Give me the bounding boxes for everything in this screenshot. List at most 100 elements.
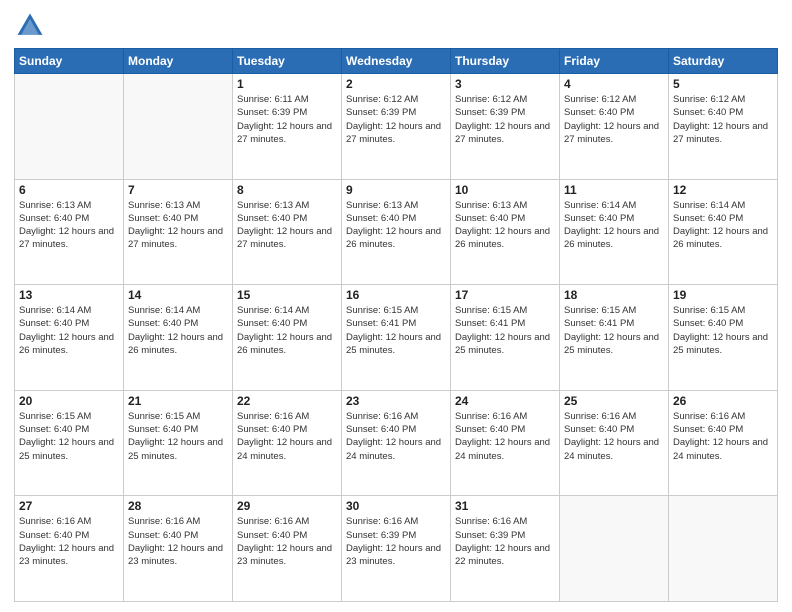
day-number: 18 <box>564 288 664 302</box>
day-info: Sunrise: 6:13 AM Sunset: 6:40 PM Dayligh… <box>128 199 228 252</box>
day-cell: 23 Sunrise: 6:16 AM Sunset: 6:40 PM Dayli… <box>342 390 451 496</box>
day-info: Sunrise: 6:14 AM Sunset: 6:40 PM Dayligh… <box>237 304 337 357</box>
day-cell: 31 Sunrise: 6:16 AM Sunset: 6:39 PM Dayli… <box>451 496 560 602</box>
header <box>14 10 778 42</box>
col-header-sunday: Sunday <box>15 49 124 74</box>
day-cell: 15 Sunrise: 6:14 AM Sunset: 6:40 PM Dayli… <box>233 285 342 391</box>
day-number: 13 <box>19 288 119 302</box>
day-info: Sunrise: 6:16 AM Sunset: 6:40 PM Dayligh… <box>237 410 337 463</box>
day-number: 12 <box>673 183 773 197</box>
col-header-thursday: Thursday <box>451 49 560 74</box>
day-cell: 25 Sunrise: 6:16 AM Sunset: 6:40 PM Dayli… <box>560 390 669 496</box>
day-info: Sunrise: 6:15 AM Sunset: 6:40 PM Dayligh… <box>673 304 773 357</box>
day-cell: 18 Sunrise: 6:15 AM Sunset: 6:41 PM Dayli… <box>560 285 669 391</box>
day-info: Sunrise: 6:15 AM Sunset: 6:41 PM Dayligh… <box>455 304 555 357</box>
day-number: 9 <box>346 183 446 197</box>
day-info: Sunrise: 6:13 AM Sunset: 6:40 PM Dayligh… <box>455 199 555 252</box>
day-number: 26 <box>673 394 773 408</box>
day-info: Sunrise: 6:16 AM Sunset: 6:40 PM Dayligh… <box>673 410 773 463</box>
day-cell: 21 Sunrise: 6:15 AM Sunset: 6:40 PM Dayli… <box>124 390 233 496</box>
day-info: Sunrise: 6:13 AM Sunset: 6:40 PM Dayligh… <box>237 199 337 252</box>
day-info: Sunrise: 6:15 AM Sunset: 6:40 PM Dayligh… <box>128 410 228 463</box>
col-header-saturday: Saturday <box>669 49 778 74</box>
day-number: 11 <box>564 183 664 197</box>
week-row-1: 1 Sunrise: 6:11 AM Sunset: 6:39 PM Daylig… <box>15 74 778 180</box>
day-cell: 30Sunrise: 6:16 AM Sunset: 6:39 PM Dayli… <box>342 496 451 602</box>
day-info: Sunrise: 6:16 AM Sunset: 6:40 PM Dayligh… <box>237 515 337 568</box>
week-row-3: 13 Sunrise: 6:14 AM Sunset: 6:40 PM Dayli… <box>15 285 778 391</box>
day-number: 24 <box>455 394 555 408</box>
col-header-monday: Monday <box>124 49 233 74</box>
day-cell <box>124 74 233 180</box>
day-cell: 22 Sunrise: 6:16 AM Sunset: 6:40 PM Dayli… <box>233 390 342 496</box>
day-info: Sunrise: 6:14 AM Sunset: 6:40 PM Dayligh… <box>673 199 773 252</box>
day-cell: 26 Sunrise: 6:16 AM Sunset: 6:40 PM Dayli… <box>669 390 778 496</box>
day-info: Sunrise: 6:16 AM Sunset: 6:40 PM Dayligh… <box>19 515 119 568</box>
day-cell <box>15 74 124 180</box>
day-cell <box>669 496 778 602</box>
day-number: 28 <box>128 499 228 513</box>
day-info: Sunrise: 6:16 AM Sunset: 6:40 PM Dayligh… <box>564 410 664 463</box>
day-cell: 16Sunrise: 6:15 AM Sunset: 6:41 PM Dayli… <box>342 285 451 391</box>
calendar-header-row: SundayMondayTuesdayWednesdayThursdayFrid… <box>15 49 778 74</box>
logo-icon <box>14 10 46 42</box>
col-header-friday: Friday <box>560 49 669 74</box>
day-info: Sunrise: 6:15 AM Sunset: 6:40 PM Dayligh… <box>19 410 119 463</box>
day-number: 14 <box>128 288 228 302</box>
day-cell <box>560 496 669 602</box>
day-info: Sunrise: 6:14 AM Sunset: 6:40 PM Dayligh… <box>19 304 119 357</box>
day-cell: 8Sunrise: 6:13 AM Sunset: 6:40 PM Daylig… <box>233 179 342 285</box>
week-row-5: 27Sunrise: 6:16 AM Sunset: 6:40 PM Dayli… <box>15 496 778 602</box>
day-cell: 1 Sunrise: 6:11 AM Sunset: 6:39 PM Daylig… <box>233 74 342 180</box>
day-info: Sunrise: 6:12 AM Sunset: 6:39 PM Dayligh… <box>455 93 555 146</box>
day-number: 1 <box>237 77 337 91</box>
day-info: Sunrise: 6:16 AM Sunset: 6:40 PM Dayligh… <box>455 410 555 463</box>
day-info: Sunrise: 6:12 AM Sunset: 6:40 PM Dayligh… <box>564 93 664 146</box>
day-cell: 2Sunrise: 6:12 AM Sunset: 6:39 PM Daylig… <box>342 74 451 180</box>
day-cell: 20 Sunrise: 6:15 AM Sunset: 6:40 PM Dayli… <box>15 390 124 496</box>
day-cell: 17 Sunrise: 6:15 AM Sunset: 6:41 PM Dayli… <box>451 285 560 391</box>
day-number: 31 <box>455 499 555 513</box>
day-number: 6 <box>19 183 119 197</box>
day-number: 3 <box>455 77 555 91</box>
day-cell: 13 Sunrise: 6:14 AM Sunset: 6:40 PM Dayli… <box>15 285 124 391</box>
day-cell: 24 Sunrise: 6:16 AM Sunset: 6:40 PM Dayli… <box>451 390 560 496</box>
day-number: 4 <box>564 77 664 91</box>
day-info: Sunrise: 6:16 AM Sunset: 6:40 PM Dayligh… <box>128 515 228 568</box>
day-number: 2 <box>346 77 446 91</box>
day-cell: 5Sunrise: 6:12 AM Sunset: 6:40 PM Daylig… <box>669 74 778 180</box>
day-number: 23 <box>346 394 446 408</box>
day-cell: 29 Sunrise: 6:16 AM Sunset: 6:40 PM Dayli… <box>233 496 342 602</box>
day-info: Sunrise: 6:15 AM Sunset: 6:41 PM Dayligh… <box>564 304 664 357</box>
col-header-wednesday: Wednesday <box>342 49 451 74</box>
day-number: 15 <box>237 288 337 302</box>
day-number: 7 <box>128 183 228 197</box>
day-info: Sunrise: 6:16 AM Sunset: 6:40 PM Dayligh… <box>346 410 446 463</box>
day-number: 17 <box>455 288 555 302</box>
day-info: Sunrise: 6:11 AM Sunset: 6:39 PM Dayligh… <box>237 93 337 146</box>
day-info: Sunrise: 6:12 AM Sunset: 6:40 PM Dayligh… <box>673 93 773 146</box>
day-number: 21 <box>128 394 228 408</box>
day-info: Sunrise: 6:16 AM Sunset: 6:39 PM Dayligh… <box>455 515 555 568</box>
day-cell: 9 Sunrise: 6:13 AM Sunset: 6:40 PM Daylig… <box>342 179 451 285</box>
day-info: Sunrise: 6:13 AM Sunset: 6:40 PM Dayligh… <box>346 199 446 252</box>
day-number: 29 <box>237 499 337 513</box>
day-number: 19 <box>673 288 773 302</box>
col-header-tuesday: Tuesday <box>233 49 342 74</box>
calendar-table: SundayMondayTuesdayWednesdayThursdayFrid… <box>14 48 778 602</box>
week-row-2: 6 Sunrise: 6:13 AM Sunset: 6:40 PM Daylig… <box>15 179 778 285</box>
day-cell: 12 Sunrise: 6:14 AM Sunset: 6:40 PM Dayli… <box>669 179 778 285</box>
day-cell: 6Sunrise: 6:13 AM Sunset: 6:40 PM Daylig… <box>15 179 124 285</box>
day-info: Sunrise: 6:14 AM Sunset: 6:40 PM Dayligh… <box>564 199 664 252</box>
day-number: 20 <box>19 394 119 408</box>
week-row-4: 20 Sunrise: 6:15 AM Sunset: 6:40 PM Dayli… <box>15 390 778 496</box>
day-cell: 28 Sunrise: 6:16 AM Sunset: 6:40 PM Dayli… <box>124 496 233 602</box>
day-cell: 27Sunrise: 6:16 AM Sunset: 6:40 PM Dayli… <box>15 496 124 602</box>
day-cell: 14Sunrise: 6:14 AM Sunset: 6:40 PM Dayli… <box>124 285 233 391</box>
page: SundayMondayTuesdayWednesdayThursdayFrid… <box>0 0 792 612</box>
day-cell: 11 Sunrise: 6:14 AM Sunset: 6:40 PM Dayli… <box>560 179 669 285</box>
day-cell: 10Sunrise: 6:13 AM Sunset: 6:40 PM Dayli… <box>451 179 560 285</box>
day-number: 25 <box>564 394 664 408</box>
day-cell: 4 Sunrise: 6:12 AM Sunset: 6:40 PM Daylig… <box>560 74 669 180</box>
day-number: 22 <box>237 394 337 408</box>
